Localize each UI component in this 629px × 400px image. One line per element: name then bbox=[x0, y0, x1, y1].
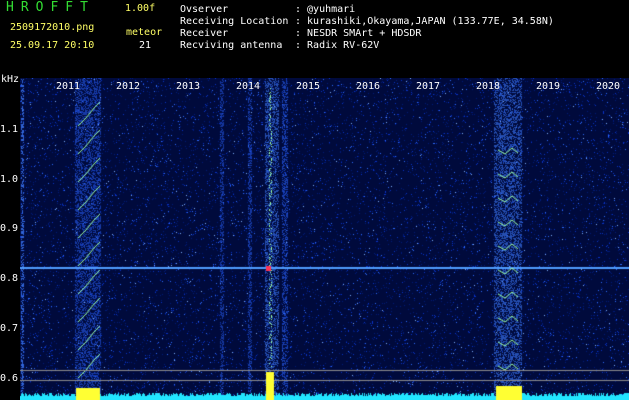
version-label: 1.00f bbox=[125, 3, 156, 14]
x-tick-2012: 2012 bbox=[116, 81, 141, 92]
x-tick-2013: 2013 bbox=[176, 81, 201, 92]
receiver-label: Receiver bbox=[180, 28, 229, 39]
location-label: Receiving Location bbox=[180, 16, 289, 27]
antenna-value: : Radix RV-62V bbox=[295, 40, 380, 51]
meteor-label: meteor bbox=[126, 27, 163, 38]
x-tick-2019: 2019 bbox=[536, 81, 561, 92]
meteor-count: 21 bbox=[139, 40, 152, 51]
y-tick-0.8: 0.8 bbox=[0, 273, 19, 284]
y-tick-0.6: 0.6 bbox=[0, 373, 19, 384]
datetime-label: 25.09.17 20:10 bbox=[10, 40, 95, 51]
y-tick-1.1: 1.1 bbox=[0, 124, 19, 135]
x-tick-2011: 2011 bbox=[56, 81, 81, 92]
spectrogram bbox=[20, 78, 629, 400]
x-tick-2017: 2017 bbox=[416, 81, 441, 92]
antenna-label: Recviving antenna bbox=[180, 40, 283, 51]
receiver-value: : NESDR SMArt + HDSDR bbox=[295, 28, 422, 39]
file-name: 2509172010.png bbox=[10, 22, 95, 33]
observer-label: Ovserver bbox=[180, 4, 229, 15]
x-tick-2018: 2018 bbox=[476, 81, 501, 92]
y-tick-1.0: 1.0 bbox=[0, 174, 19, 185]
y-tick-0.7: 0.7 bbox=[0, 323, 19, 334]
location-value: : kurashiki,Okayama,JAPAN (133.77E, 34.5… bbox=[295, 16, 554, 27]
app-title: HROFFT bbox=[6, 0, 95, 15]
x-tick-2015: 2015 bbox=[296, 81, 321, 92]
observer-value: : @yuhmari bbox=[295, 4, 356, 15]
y-axis-unit: kHz bbox=[1, 74, 20, 85]
y-tick-0.9: 0.9 bbox=[0, 223, 19, 234]
x-tick-2016: 2016 bbox=[356, 81, 381, 92]
x-tick-2020: 2020 bbox=[596, 81, 621, 92]
header-panel: HROFFT 1.00f 2509172010.png meteor 25.09… bbox=[0, 0, 629, 78]
x-tick-2014: 2014 bbox=[236, 81, 261, 92]
